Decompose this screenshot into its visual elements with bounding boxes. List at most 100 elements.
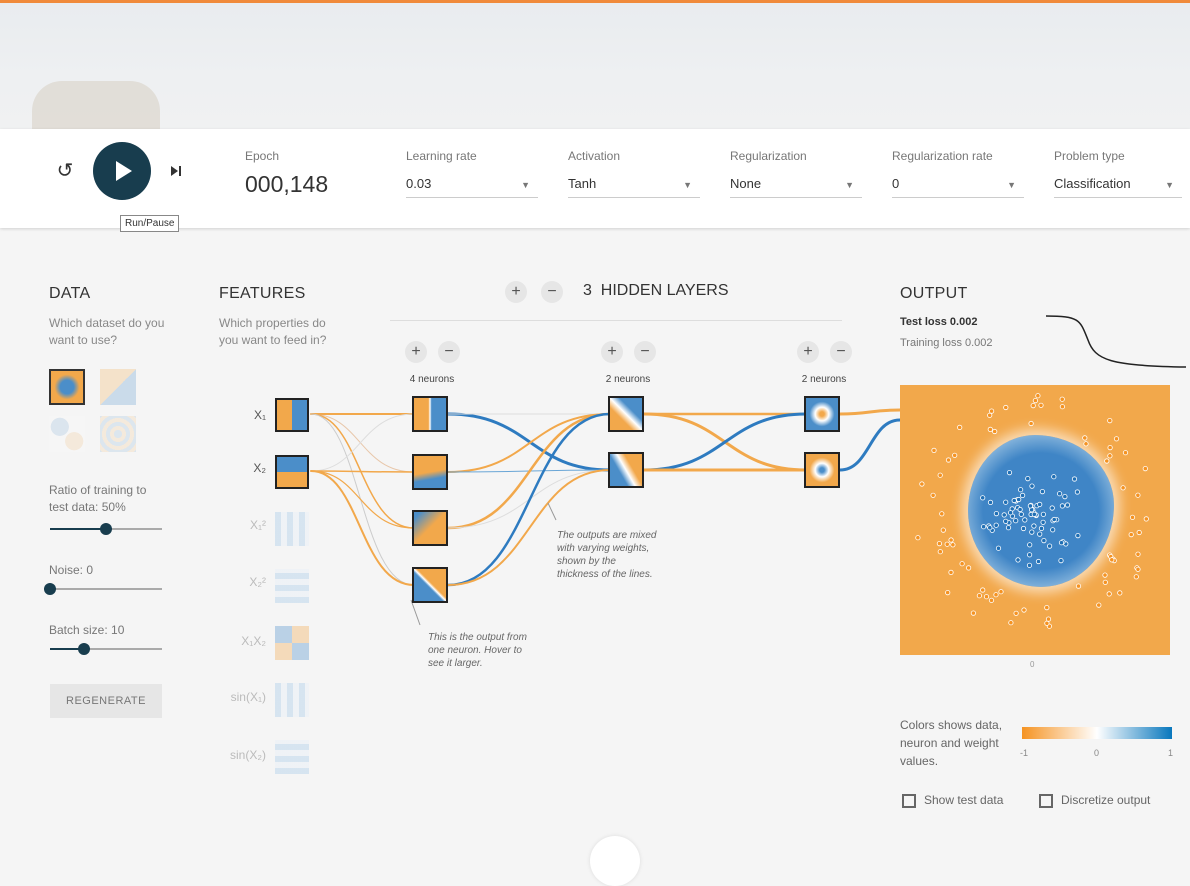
neuron-2-1[interactable]	[608, 396, 644, 432]
data-point	[1040, 519, 1046, 525]
data-point	[948, 569, 954, 575]
data-point	[1011, 497, 1017, 504]
data-point	[987, 499, 994, 506]
data-point	[1106, 591, 1112, 597]
scroll-down-button[interactable]	[590, 836, 640, 886]
data-point	[1136, 529, 1142, 536]
output-title: OUTPUT	[900, 285, 968, 302]
data-point	[998, 589, 1004, 595]
data-point	[993, 522, 999, 528]
data-point	[1102, 579, 1108, 585]
output-data-points	[915, 393, 1149, 629]
data-point	[1045, 616, 1052, 622]
data-point	[1109, 557, 1115, 563]
neuron-output-note: This is the output from one neuron. Hove…	[428, 632, 527, 669]
data-point	[993, 592, 999, 598]
data-point	[937, 472, 943, 478]
data-point	[1022, 517, 1028, 523]
data-point	[1025, 476, 1031, 482]
remove-neuron-layer-3-button[interactable]: −	[830, 341, 852, 363]
data-point	[1035, 393, 1041, 399]
legend-max: 1	[1168, 748, 1174, 758]
neuron-3-1[interactable]	[804, 396, 840, 432]
data-point	[1038, 525, 1045, 531]
data-point	[959, 561, 965, 567]
data-point	[988, 597, 995, 603]
data-point	[1096, 602, 1102, 608]
data-point	[1005, 525, 1012, 531]
data-point	[931, 447, 937, 454]
data-point	[1031, 523, 1037, 529]
data-point	[1021, 607, 1027, 613]
data-point	[987, 426, 993, 433]
neuron-3-2[interactable]	[804, 452, 840, 488]
show-test-data-label: Show test data	[924, 793, 1004, 807]
data-point	[948, 537, 954, 543]
output-axis-zero: 0	[1030, 660, 1035, 669]
data-point	[1038, 402, 1044, 408]
data-point	[987, 412, 993, 418]
output-heatmap[interactable]	[900, 385, 1170, 655]
data-point	[1102, 572, 1108, 578]
data-point	[1016, 496, 1022, 503]
weights-note: The outputs are mixed with varying weigh…	[557, 530, 657, 580]
data-point	[970, 610, 977, 616]
data-point	[1047, 543, 1053, 549]
checkbox-icon	[1039, 793, 1053, 808]
data-point	[1027, 552, 1033, 558]
data-point	[980, 495, 986, 501]
add-neuron-layer-2-button[interactable]: +	[601, 341, 623, 363]
neuron-1-3[interactable]	[412, 510, 448, 546]
data-point	[1026, 562, 1033, 568]
data-point	[1037, 531, 1043, 537]
add-neuron-layer-1-button[interactable]: +	[405, 341, 427, 363]
data-point	[919, 481, 925, 487]
discretize-output-checkbox[interactable]: Discretize output	[1039, 793, 1150, 808]
data-point	[987, 525, 993, 531]
data-point	[1017, 506, 1023, 513]
data-point	[952, 452, 958, 458]
data-point	[1075, 583, 1082, 589]
remove-neuron-layer-1-button[interactable]: −	[438, 341, 460, 363]
data-point	[1013, 610, 1019, 616]
data-point	[1057, 491, 1063, 497]
add-neuron-layer-3-button[interactable]: +	[797, 341, 819, 363]
data-point	[915, 535, 921, 541]
neuron-2-2[interactable]	[608, 452, 644, 488]
data-point	[1037, 501, 1043, 508]
legend-text: Colors shows data, neuron and weight val…	[900, 718, 1003, 768]
data-point	[1064, 502, 1071, 508]
data-point	[1071, 476, 1078, 482]
layer-1-neurons-label: 4 neurons	[409, 374, 455, 385]
data-point	[1133, 574, 1139, 580]
neuron-1-2[interactable]	[412, 454, 448, 490]
data-point	[1039, 489, 1045, 495]
data-point	[937, 549, 943, 555]
note-pointer-line	[410, 599, 421, 626]
neuron-1-1[interactable]	[412, 396, 448, 432]
data-point	[1062, 494, 1068, 500]
neuron-1-4[interactable]	[412, 567, 448, 603]
remove-neuron-layer-2-button[interactable]: −	[634, 341, 656, 363]
data-point	[939, 511, 945, 517]
data-point	[1044, 620, 1050, 626]
data-point	[1107, 453, 1113, 459]
data-point	[1051, 474, 1057, 480]
data-point	[1008, 510, 1014, 516]
data-point	[1029, 529, 1035, 535]
data-point	[1142, 466, 1148, 472]
data-point	[1031, 511, 1037, 517]
show-test-data-checkbox[interactable]: Show test data	[902, 793, 1003, 808]
data-point	[945, 457, 952, 463]
data-point	[1128, 532, 1134, 538]
data-point	[1075, 533, 1081, 539]
data-point	[1074, 489, 1080, 495]
data-point	[1013, 518, 1019, 524]
data-point	[1003, 404, 1009, 411]
data-point	[1027, 542, 1033, 548]
data-point	[993, 511, 1000, 517]
data-point	[1030, 402, 1036, 409]
data-point	[940, 527, 946, 533]
data-point	[1018, 487, 1024, 493]
data-point	[936, 541, 943, 547]
